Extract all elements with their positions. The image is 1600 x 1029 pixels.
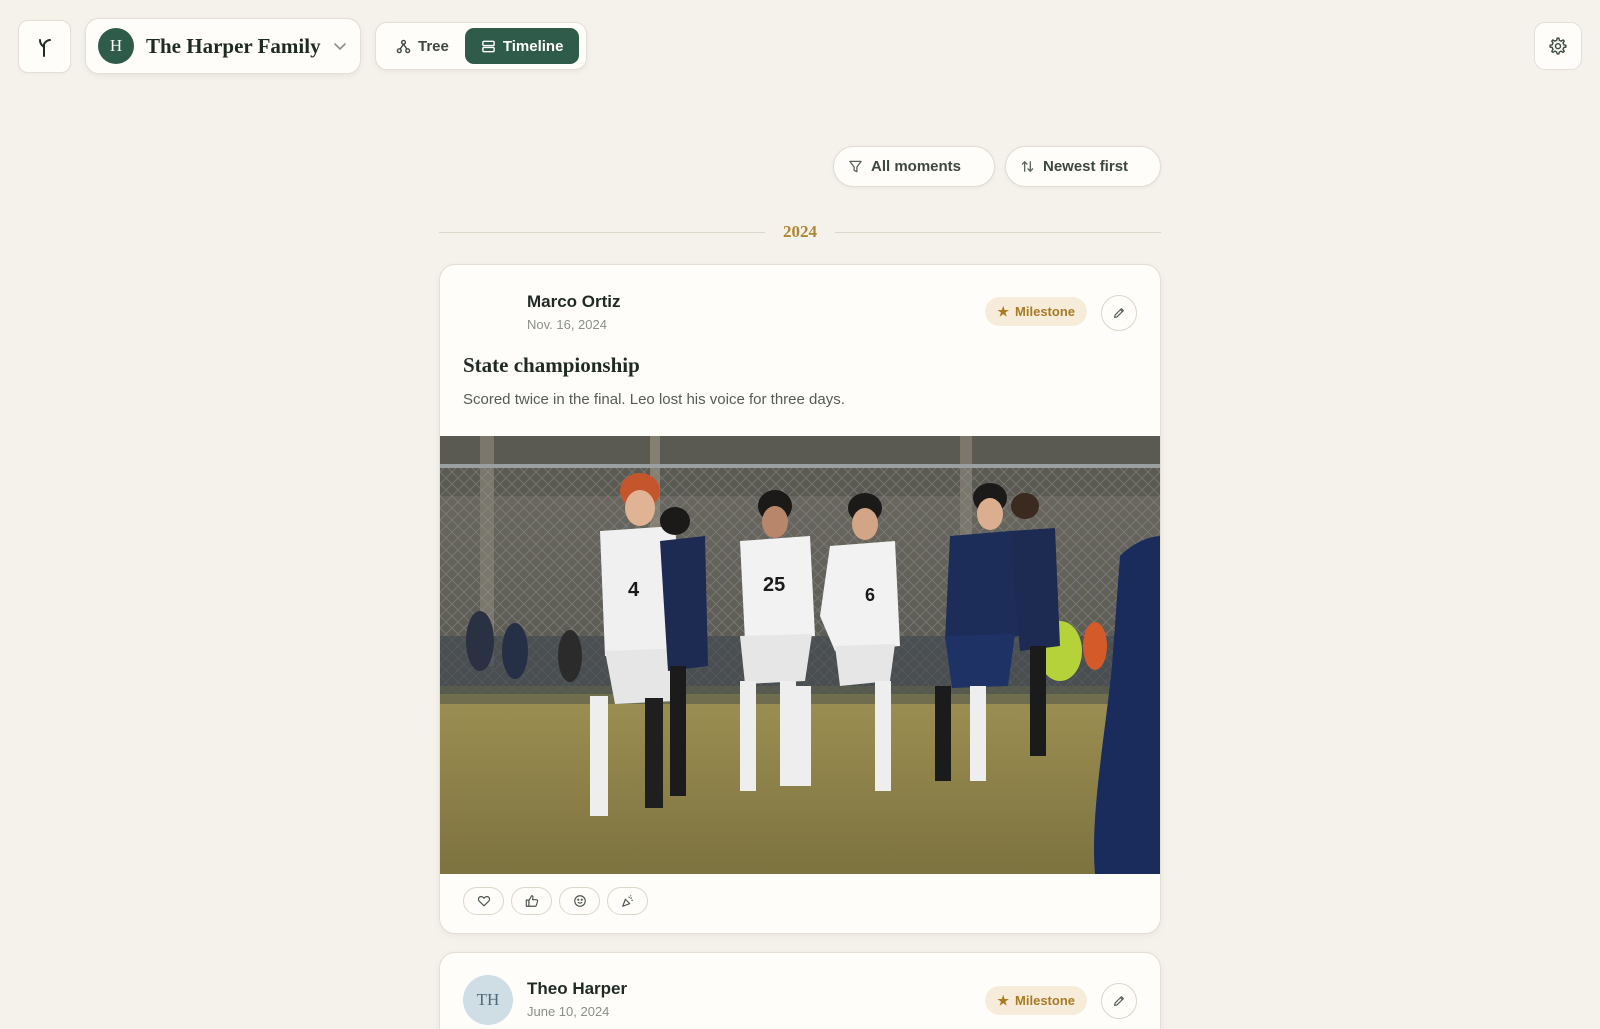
smile-icon xyxy=(573,895,586,907)
post-date: June 10, 2024 xyxy=(527,1004,610,1019)
settings-button[interactable] xyxy=(1534,22,1582,70)
year-divider: 2024 xyxy=(439,220,1161,244)
top-bar: H The Harper Family Tree Timeline xyxy=(18,18,1582,74)
sort-arrows-icon xyxy=(1021,160,1034,173)
post-body: Scored twice in the final. Leo lost his … xyxy=(463,391,845,408)
post-header: Marco Ortiz Nov. 16, 2024 ★ Milestone xyxy=(440,265,1160,874)
year-label: 2024 xyxy=(783,222,817,241)
home-logo-button[interactable] xyxy=(18,20,71,73)
divider-line xyxy=(835,231,1161,233)
tree-nodes-icon xyxy=(396,39,411,53)
tab-tree-label: Tree xyxy=(418,37,449,55)
sort-order-button[interactable]: Newest first xyxy=(1005,146,1161,187)
sort-order-label: Newest first xyxy=(1043,158,1129,175)
react-celebrate-button[interactable] xyxy=(607,887,648,915)
post-photo[interactable]: 4 25 6 xyxy=(440,436,1160,874)
milestone-label: Milestone xyxy=(1015,993,1075,1008)
thumbs-up-icon xyxy=(525,895,538,907)
party-popper-icon xyxy=(621,895,633,907)
svg-text:4: 4 xyxy=(628,579,640,601)
react-heart-button[interactable] xyxy=(463,887,504,915)
author-avatar[interactable]: TH xyxy=(463,975,513,1025)
moments-filter-label: All moments xyxy=(871,158,962,175)
divider-line xyxy=(439,231,765,233)
moments-filter-button[interactable]: All moments xyxy=(833,146,995,187)
tab-timeline[interactable]: Timeline xyxy=(464,28,580,64)
tab-timeline-label: Timeline xyxy=(502,37,564,55)
reaction-bar xyxy=(463,887,648,915)
family-name: The Harper Family xyxy=(146,33,321,58)
svg-text:6: 6 xyxy=(865,585,875,605)
family-switcher[interactable]: H The Harper Family xyxy=(85,18,361,74)
post-author[interactable]: Marco Ortiz xyxy=(527,292,621,312)
timeline-list-icon xyxy=(482,40,495,52)
timeline-post-card: TH Theo Harper June 10, 2024 ★ Milestone xyxy=(439,952,1161,1029)
filter-funnel-icon xyxy=(849,160,862,173)
tab-tree[interactable]: Tree xyxy=(380,28,465,64)
post-author[interactable]: Theo Harper xyxy=(527,979,627,999)
react-smile-button[interactable] xyxy=(559,887,600,915)
post-title: State championship xyxy=(463,353,640,377)
svg-text:25: 25 xyxy=(763,574,785,596)
timeline-post-card: Marco Ortiz Nov. 16, 2024 ★ Milestone St… xyxy=(439,264,1161,934)
gear-icon xyxy=(1549,37,1567,55)
view-toggle: Tree Timeline xyxy=(375,22,587,70)
post-date: Nov. 16, 2024 xyxy=(527,317,607,332)
react-thumbs-up-button[interactable] xyxy=(511,887,552,915)
star-icon: ★ xyxy=(997,303,1010,319)
edit-post-button[interactable] xyxy=(1101,295,1137,331)
family-avatar: H xyxy=(98,28,134,64)
post-header: TH Theo Harper June 10, 2024 ★ Milestone xyxy=(440,953,1160,1029)
milestone-label: Milestone xyxy=(1015,304,1075,319)
timeline-filters: All moments Newest first xyxy=(833,146,1161,187)
milestone-badge: ★ Milestone xyxy=(985,297,1087,326)
chevron-down-icon xyxy=(333,41,347,51)
star-icon: ★ xyxy=(997,992,1010,1008)
pencil-icon xyxy=(1114,996,1124,1006)
edit-post-button[interactable] xyxy=(1101,983,1137,1019)
sprout-icon xyxy=(38,38,51,57)
milestone-badge: ★ Milestone xyxy=(985,986,1087,1015)
heart-icon xyxy=(477,896,490,907)
pencil-icon xyxy=(1114,308,1124,318)
